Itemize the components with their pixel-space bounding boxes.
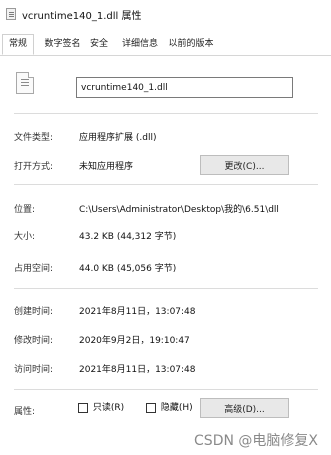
readonly-checkbox[interactable]: [78, 403, 88, 413]
file-name-field[interactable]: [76, 77, 293, 98]
footer-watermark: CSDN @电脑修复X: [194, 433, 318, 449]
hidden-checkbox[interactable]: [146, 403, 156, 413]
window-titlebar: vcruntime140_1.dll 属性: [0, 0, 331, 28]
size-on-disk-value: 44.0 KB (45,056 字节): [79, 264, 177, 274]
accessed-label: 访问时间:: [14, 365, 54, 375]
separator-middle-2: [14, 288, 318, 289]
file-icon: [6, 8, 16, 20]
tab-details[interactable]: 详细信息: [118, 35, 162, 54]
tab-security[interactable]: 安全: [87, 35, 111, 54]
attributes-label: 属性:: [14, 407, 36, 417]
open-with-value: 未知应用程序: [79, 162, 134, 172]
file-type-label: 文件类型:: [14, 133, 54, 143]
file-type-value: 应用程序扩展 (.dll): [79, 133, 157, 143]
size-label: 大小:: [14, 232, 36, 242]
readonly-label: 只读(R): [92, 403, 125, 413]
change-button[interactable]: 更改(C)...: [200, 155, 289, 175]
created-label: 创建时间:: [14, 307, 54, 317]
size-value: 43.2 KB (44,312 字节): [79, 232, 177, 242]
modified-value: 2020年9月2日，19:10:47: [79, 336, 190, 346]
separator-bottom: [14, 389, 318, 390]
hidden-option[interactable]: 隐藏(H): [146, 401, 193, 415]
dll-file-icon: [16, 72, 34, 94]
created-value: 2021年8月11日，13:07:48: [79, 307, 196, 317]
size-on-disk-label: 占用空间:: [14, 264, 54, 274]
location-label: 位置:: [14, 205, 36, 215]
open-with-label: 打开方式:: [14, 162, 54, 172]
location-value: C:\Users\Administrator\Desktop\我的\6.51\d…: [79, 205, 279, 215]
hidden-label: 隐藏(H): [160, 403, 193, 413]
window-title: vcruntime140_1.dll 属性: [22, 11, 142, 22]
accessed-value: 2021年8月11日，13:07:48: [79, 365, 196, 375]
tab-general[interactable]: 常规: [2, 34, 34, 55]
separator-middle-1: [14, 184, 318, 185]
separator-top: [14, 113, 318, 114]
tab-previous-versions[interactable]: 以前的版本: [166, 35, 216, 54]
properties-tabs: 常规 数字签名 安全 详细信息 以前的版本: [0, 34, 331, 56]
modified-label: 修改时间:: [14, 336, 54, 346]
readonly-option[interactable]: 只读(R): [78, 401, 124, 415]
advanced-button[interactable]: 高级(D)...: [200, 398, 289, 418]
tab-digital-signature[interactable]: 数字签名: [40, 35, 85, 54]
